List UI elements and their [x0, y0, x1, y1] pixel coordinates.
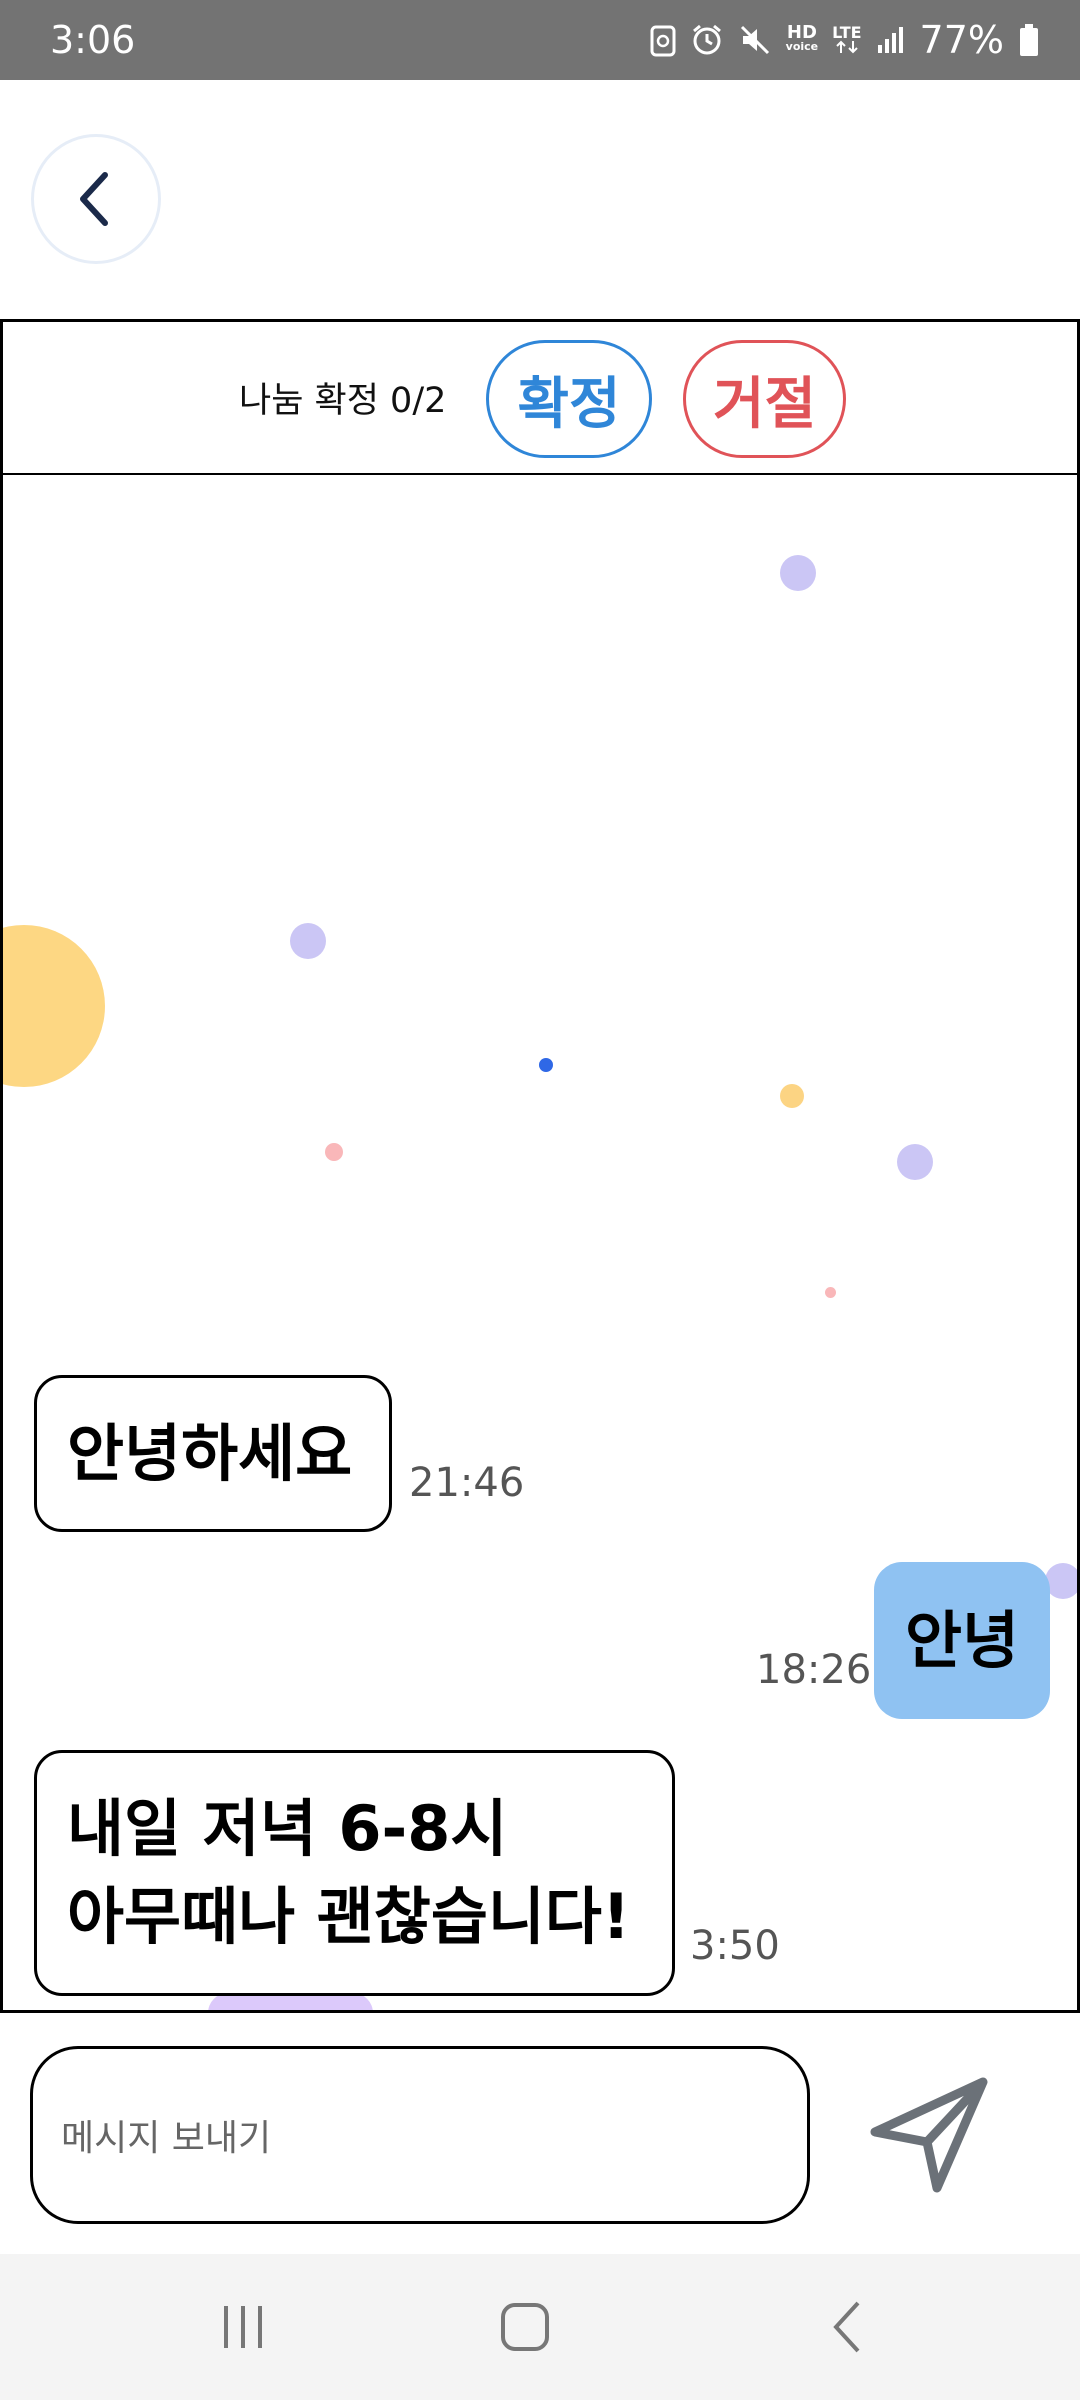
- recycle-notification-icon: [650, 23, 676, 57]
- incoming-message-bubble: 내일 저녁 6-8시 아무때나 괜찮습니다!: [34, 1750, 675, 1996]
- home-icon: [501, 2303, 549, 2351]
- message-time: 3:50: [690, 1923, 780, 1969]
- back-button[interactable]: [31, 134, 161, 264]
- battery-icon: [1018, 23, 1040, 57]
- mute-icon: [738, 23, 772, 57]
- reject-button[interactable]: 거절: [683, 340, 846, 458]
- status-bar: 3:06 HD voice LTE 77%: [0, 0, 1080, 80]
- decorative-dot: [780, 1084, 804, 1108]
- recent-apps-button[interactable]: [173, 2254, 313, 2400]
- back-nav-button[interactable]: [778, 2254, 918, 2400]
- decorative-dot: [3, 925, 105, 1087]
- message-input[interactable]: 메시지 보내기: [30, 2046, 810, 2224]
- signal-icon: [876, 25, 906, 55]
- decorative-dot: [539, 1058, 553, 1072]
- message-line: 내일 저녁 6-8시: [67, 1792, 508, 1865]
- decorative-dot: [825, 1287, 836, 1298]
- recent-apps-icon: [224, 2306, 262, 2348]
- message-time: 18:26: [756, 1647, 872, 1693]
- decorative-dot: [290, 923, 326, 959]
- chat-messages-area[interactable]: 안녕하세요 21:46 안녕 18:26 내일 저녁 6-8시 아무때나 괜찮습…: [0, 475, 1080, 2013]
- outgoing-message-bubble: 안녕: [874, 1562, 1050, 1719]
- message-text: 안녕하세요: [67, 1416, 353, 1490]
- chevron-left-icon: [80, 172, 108, 226]
- message-text: 안녕: [904, 1603, 1020, 1677]
- send-icon: [870, 2077, 988, 2193]
- message-line: 아무때나 괜찮습니다!: [67, 1880, 631, 1953]
- send-button[interactable]: [860, 2070, 1000, 2200]
- back-icon: [833, 2301, 860, 2353]
- status-time: 3:06: [50, 18, 136, 62]
- message-time: 21:46: [409, 1460, 525, 1506]
- decorative-dot: [1045, 1563, 1077, 1599]
- decorative-dot: [780, 555, 816, 591]
- battery-percent: 77%: [919, 18, 1004, 62]
- message-input-placeholder: 메시지 보내기: [61, 2118, 272, 2159]
- system-navigation-bar: [0, 2254, 1080, 2400]
- lte-icon: LTE: [832, 25, 862, 54]
- alarm-icon: [690, 23, 724, 57]
- home-button[interactable]: [455, 2254, 595, 2400]
- status-icons: HD voice LTE 77%: [650, 14, 1040, 66]
- incoming-message-bubble: 안녕하세요: [34, 1375, 392, 1532]
- deal-status-text: 나눔 확정 0/2: [239, 381, 447, 421]
- hd-voice-icon: HD voice: [785, 22, 819, 54]
- decorative-dot: [325, 1143, 343, 1161]
- confirm-button[interactable]: 확정: [486, 340, 652, 458]
- decorative-blob: [208, 1993, 373, 2010]
- deal-confirmation-bar: 나눔 확정 0/2 확정 거절: [0, 319, 1080, 477]
- decorative-dot: [897, 1144, 933, 1180]
